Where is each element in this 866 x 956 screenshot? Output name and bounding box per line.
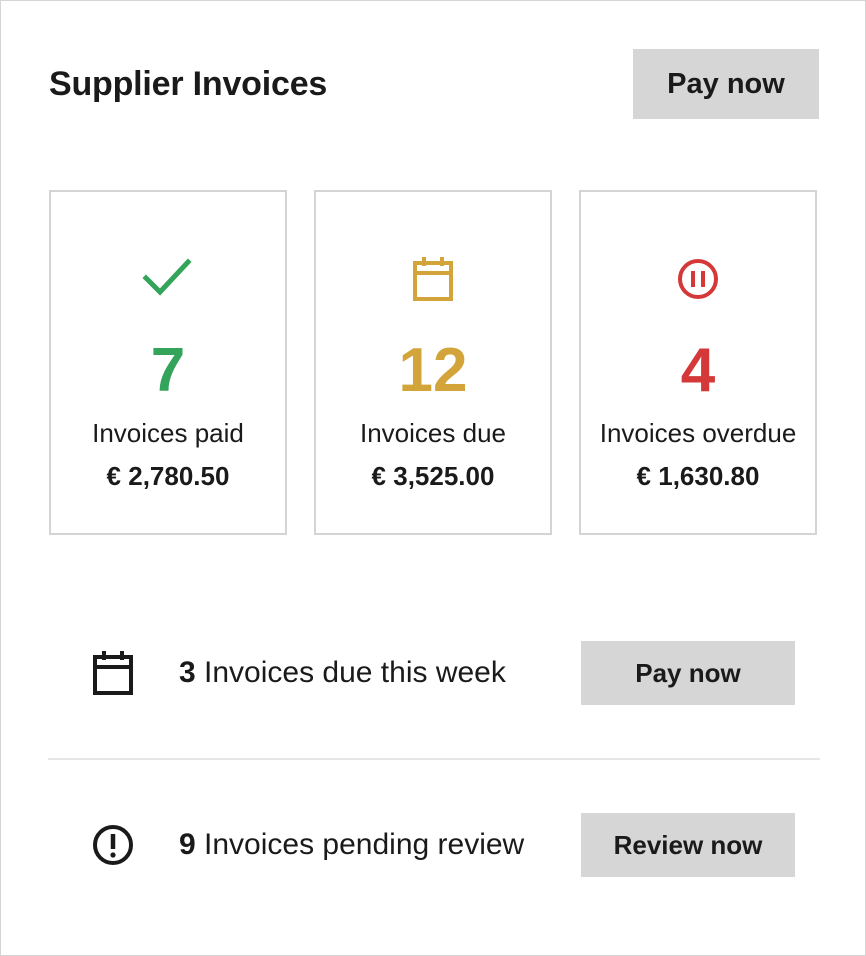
check-icon	[51, 256, 285, 304]
invoices-overdue-amount: € 1,630.80	[636, 461, 760, 491]
due-this-week-count: 3	[179, 656, 196, 689]
alert-circle-icon	[91, 822, 135, 868]
divider	[48, 758, 820, 760]
invoices-overdue-count: 4	[680, 336, 716, 405]
invoices-due-amount: € 3,525.00	[371, 461, 495, 491]
invoices-due-count: 12	[398, 336, 468, 405]
pay-now-week-button[interactable]: Pay now	[581, 641, 795, 705]
pending-review-label: Invoices pending review	[204, 828, 525, 861]
calendar-icon	[316, 256, 550, 304]
pending-review-row: 9 Invoices pending review Review now	[49, 800, 819, 890]
due-this-week-label: Invoices due this week	[204, 656, 506, 689]
due-this-week-row: 3 Invoices due this week Pay now	[49, 628, 819, 718]
supplier-invoices-panel: Supplier Invoices Pay now 7 Invoices pai…	[0, 0, 866, 956]
invoices-paid-count: 7	[150, 336, 186, 405]
pending-review-count: 9	[179, 828, 196, 861]
pay-now-button[interactable]: Pay now	[633, 49, 819, 119]
page-title: Supplier Invoices	[49, 65, 328, 103]
invoices-overdue-label: Invoices overdue	[599, 418, 797, 448]
invoices-overdue-card: 4 Invoices overdue € 1,630.80	[579, 190, 817, 535]
invoices-due-card: 12 Invoices due € 3,525.00	[314, 190, 552, 535]
invoices-paid-amount: € 2,780.50	[106, 461, 230, 491]
pause-circle-icon	[581, 256, 815, 304]
due-this-week-text: 3 Invoices due this week	[179, 654, 506, 692]
pending-review-text: 9 Invoices pending review	[179, 826, 524, 864]
calendar-icon	[91, 650, 135, 696]
invoices-paid-label: Invoices paid	[92, 418, 244, 448]
invoices-due-label: Invoices due	[360, 418, 506, 448]
review-now-button[interactable]: Review now	[581, 813, 795, 877]
invoices-paid-card: 7 Invoices paid € 2,780.50	[49, 190, 287, 535]
